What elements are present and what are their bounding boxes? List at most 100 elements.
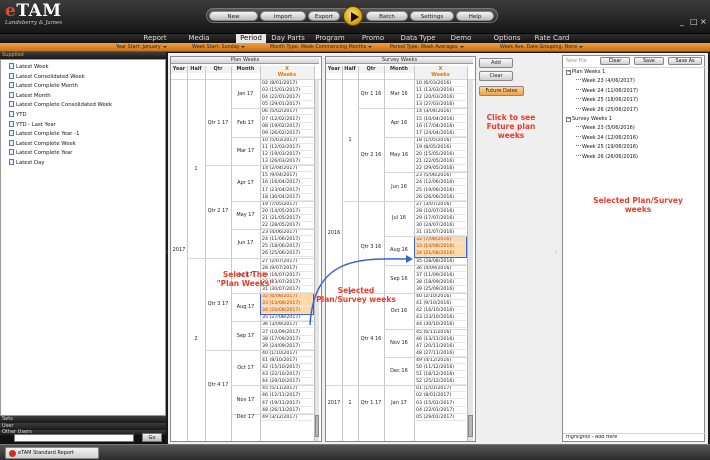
week-ave-grouping-dropdown[interactable]: Week Ave. Date Grouping: None: [500, 43, 584, 52]
survey-week-row[interactable]: 51 (18/12/2016): [415, 371, 466, 379]
survey-week-row[interactable]: 13 (27/03/2016): [415, 101, 466, 109]
plan-qtr-cell[interactable]: Qtr 3 17: [206, 301, 230, 307]
survey-month-cell[interactable]: Jan 17: [385, 400, 413, 406]
menu-data-type[interactable]: Data Type: [396, 34, 440, 43]
survey-month-cell[interactable]: Oct 16: [385, 308, 413, 314]
survey-month-cell[interactable]: Aug 16: [385, 247, 413, 253]
tree-week-node[interactable]: Week 25 (18/06/2017): [576, 97, 638, 103]
help-button[interactable]: Help: [456, 11, 494, 21]
menu-program[interactable]: Program: [310, 34, 350, 43]
plan-month-cell[interactable]: Jan 17: [232, 91, 259, 97]
survey-week-row[interactable]: 38 (18/09/2016): [415, 279, 466, 286]
plan-week-row[interactable]: 47 (19/11/2017): [261, 400, 313, 407]
tree-group-node[interactable]: −Plan Weeks 1: [566, 69, 605, 75]
survey-week-row[interactable]: 14 (3/04/2016): [415, 108, 466, 116]
survey-week-row[interactable]: 44 (30/10/2016): [415, 321, 466, 329]
plan-week-row[interactable]: 09 (26/02/2017): [261, 130, 313, 137]
plan-week-row[interactable]: 49 (3/12/2017): [261, 414, 313, 421]
menu-day-parts[interactable]: Day Parts: [268, 34, 308, 43]
plan-week-row[interactable]: 24 (11/06/2017): [261, 236, 313, 244]
menu-promo[interactable]: Promo: [358, 34, 388, 43]
plan-week-row[interactable]: 21 (21/05/2017): [261, 215, 313, 222]
supplied-list-item[interactable]: Latest Consolidated Week: [9, 72, 85, 80]
survey-week-row[interactable]: 20 (15/05/2016): [415, 151, 466, 159]
plan-halve-cell[interactable]: 1: [188, 166, 204, 172]
survey-week-row[interactable]: 26 (26/06/2016): [415, 194, 466, 201]
survey-year-cell[interactable]: 2016: [327, 230, 341, 236]
export-button[interactable]: Export: [308, 11, 340, 21]
survey-week-row[interactable]: 04 (22/01/2017): [415, 407, 466, 414]
survey-week-row[interactable]: 03 (15/01/2017): [415, 400, 466, 407]
tree-clear-button[interactable]: Clear: [600, 57, 630, 65]
survey-week-row[interactable]: 52 (25/12/2016): [415, 378, 466, 386]
supplied-list-item[interactable]: Latest Complete Week: [9, 139, 76, 147]
survey-halve-cell[interactable]: 1: [343, 137, 357, 143]
month-type-dropdown[interactable]: Month Type: Week Commencing Months: [270, 43, 373, 52]
survey-week-row[interactable]: 21 (22/05/2016): [415, 158, 466, 166]
menu-options[interactable]: Options: [490, 34, 524, 43]
plan-week-row[interactable]: 25 (18/06/2017): [261, 243, 313, 251]
survey-week-row[interactable]: 49 (4/12/2016): [415, 357, 466, 364]
plan-week-row[interactable]: 16 (16/04/2017): [261, 179, 313, 187]
survey-week-row[interactable]: 12 (20/03/2016): [415, 94, 466, 102]
survey-month-cell[interactable]: Jul 16: [385, 215, 413, 221]
supplied-list-item[interactable]: Latest Complete Year -1: [9, 130, 79, 137]
week-start-dropdown[interactable]: Week Start: Sunday: [192, 43, 246, 52]
survey-header-weeks[interactable]: Weeks: [414, 72, 467, 79]
plan-week-row[interactable]: 37 (10/09/2017): [261, 329, 313, 336]
collapse-icon[interactable]: −: [566, 70, 571, 75]
menu-rate-card[interactable]: Rate Card: [532, 34, 572, 43]
survey-week-row[interactable]: 36 (4/09/2016): [415, 265, 466, 272]
collapse-icon[interactable]: −: [566, 117, 571, 122]
plan-week-row[interactable]: 08 (19/02/2017): [261, 123, 313, 130]
survey-qtr-cell[interactable]: Qtr 1 16: [359, 91, 383, 97]
plan-week-row[interactable]: 15 (9/04/2017): [261, 172, 313, 180]
batch-button[interactable]: Batch: [366, 11, 408, 21]
plan-month-cell[interactable]: Sep 17: [232, 333, 259, 339]
plan-week-row[interactable]: 18 (30/04/2017): [261, 194, 313, 201]
clear-button[interactable]: Clear: [479, 71, 513, 81]
plan-week-row[interactable]: 36 (3/09/2017): [261, 321, 313, 329]
plan-week-row[interactable]: 07 (12/02/2017): [261, 116, 313, 123]
plan-week-row[interactable]: 19 (7/05/2017): [261, 201, 313, 208]
splitter-right-icon[interactable]: ‹: [555, 250, 557, 256]
survey-week-row[interactable]: 10 (6/03/2016): [415, 80, 466, 88]
plan-header-month[interactable]: Month: [231, 66, 260, 73]
plan-month-cell[interactable]: May 17: [232, 212, 259, 218]
survey-week-row[interactable]: 19 (8/05/2016): [415, 144, 466, 151]
survey-week-row[interactable]: 43 (23/10/2016): [415, 314, 466, 322]
survey-scrollbar-thumb[interactable]: [468, 415, 473, 437]
plan-week-row[interactable]: 38 (17/09/2017): [261, 336, 313, 343]
supplied-list-item[interactable]: Latest Complete Consolidated Week: [9, 101, 112, 108]
plan-week-row[interactable]: 41 (8/10/2017): [261, 357, 313, 364]
tree-week-node[interactable]: Week 24 (11/06/2017): [576, 88, 638, 94]
supplied-list-item[interactable]: Latest Complete Year: [9, 149, 72, 156]
survey-week-row[interactable]: 42 (16/10/2016): [415, 307, 466, 315]
survey-week-row[interactable]: 23 (5/06/2016): [415, 172, 466, 180]
survey-week-row[interactable]: 24 (12/06/2016): [415, 179, 466, 187]
plan-year-cell[interactable]: 2017: [172, 247, 186, 253]
sets-header[interactable]: Sets: [0, 416, 166, 423]
survey-header-month[interactable]: Month: [384, 66, 414, 73]
menu-media[interactable]: Media: [185, 34, 213, 43]
plan-month-cell[interactable]: Feb 17: [232, 120, 259, 126]
survey-week-row[interactable]: 45 (6/11/2016): [415, 329, 466, 336]
survey-month-cell[interactable]: Mar 16: [385, 91, 413, 97]
close-icon[interactable]: ×: [700, 17, 707, 26]
highlights-footer[interactable]: Highlights - Add Here: [566, 435, 617, 440]
supplied-list-item[interactable]: YTD - Last Year: [9, 120, 56, 128]
survey-week-row[interactable]: 11 (13/03/2016): [415, 87, 466, 95]
plan-halve-cell[interactable]: 2: [188, 336, 204, 342]
survey-month-cell[interactable]: Sep 16: [385, 276, 413, 282]
menu-demo[interactable]: Demo: [448, 34, 474, 43]
plan-month-cell[interactable]: Apr 17: [232, 180, 259, 186]
menu-period[interactable]: Period: [236, 34, 266, 43]
survey-week-row[interactable]: 22 (29/05/2016): [415, 165, 466, 173]
survey-week-row[interactable]: 17 (24/04/2016): [415, 130, 466, 137]
tree-week-node[interactable]: Week 24 (12/06/2016): [576, 135, 638, 141]
plan-week-row[interactable]: 11 (12/03/2017): [261, 144, 313, 151]
plan-scrollbar-thumb[interactable]: [315, 415, 319, 437]
search-input[interactable]: [14, 434, 134, 442]
survey-year-cell[interactable]: 2017: [327, 400, 341, 406]
etam-standard-report-task[interactable]: eTAM Standard Report: [5, 447, 99, 459]
